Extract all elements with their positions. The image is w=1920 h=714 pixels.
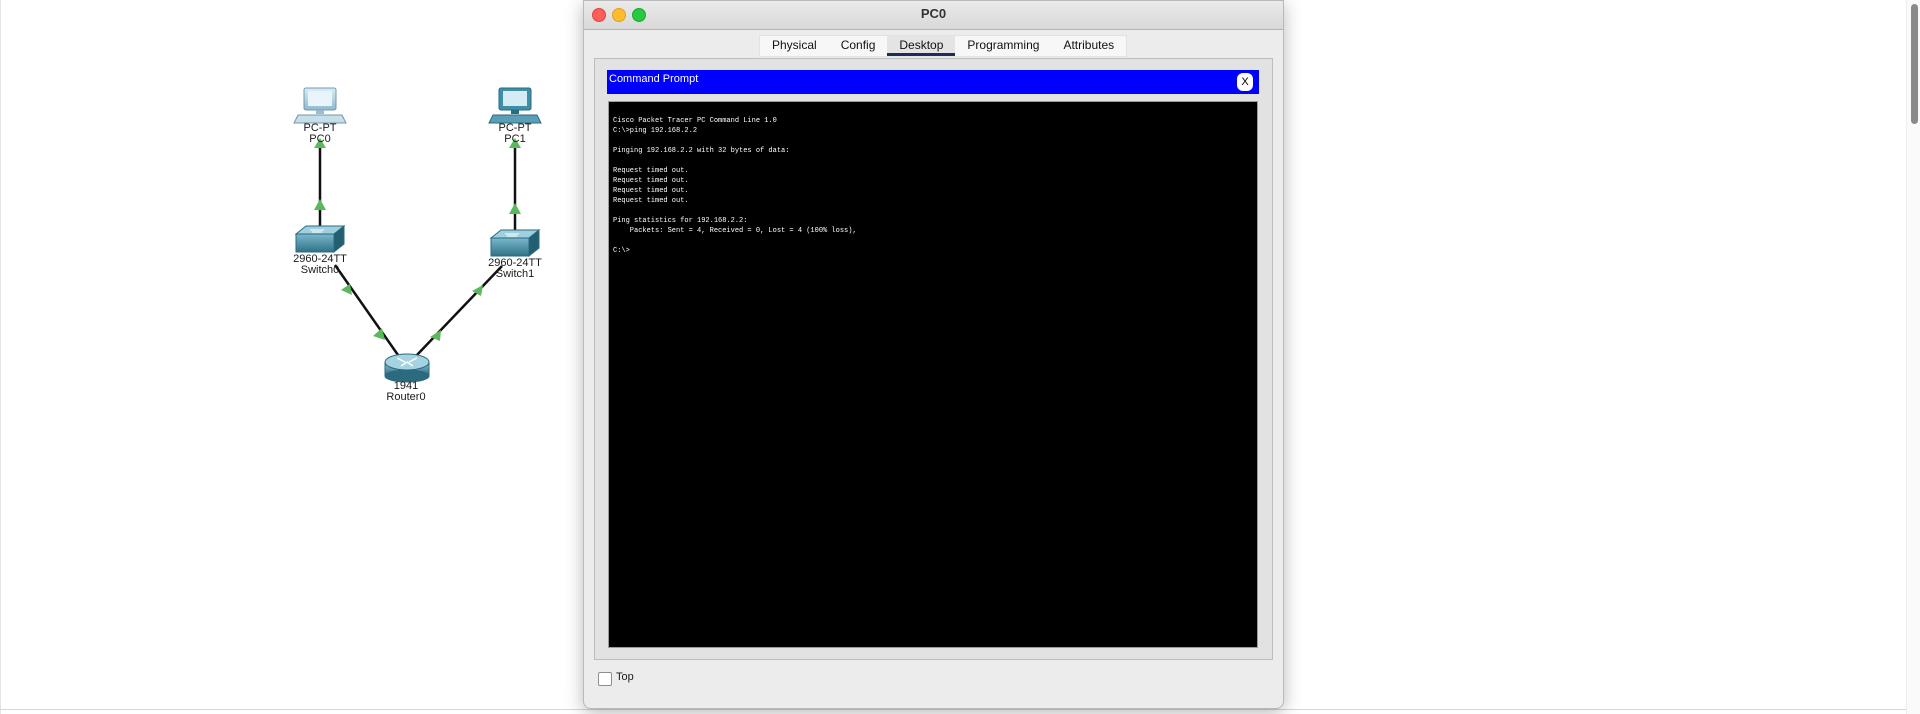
terminal-line: Cisco Packet Tracer PC Command Line 1.0 <box>613 117 777 125</box>
link-up-indicator <box>314 199 326 210</box>
tab-programming[interactable]: Programming <box>955 36 1051 56</box>
tab-physical[interactable]: Physical <box>760 36 829 56</box>
switch1-label: 2960-24TT Switch1 <box>470 258 560 280</box>
terminal-line: C:\> <box>613 247 630 255</box>
tab-attributes[interactable]: Attributes <box>1051 36 1126 56</box>
tab-config[interactable]: Config <box>829 36 888 56</box>
window-title-bar[interactable]: PC0 <box>584 1 1283 30</box>
terminal-line: Request timed out. <box>613 167 689 175</box>
vertical-scrollbar[interactable] <box>1906 0 1920 714</box>
pc1-label: PC-PT PC1 <box>470 123 560 145</box>
router0-label: 1941 Router0 <box>361 381 451 403</box>
command-prompt-title: Command Prompt <box>609 73 699 85</box>
device-name: Switch1 <box>495 268 535 280</box>
terminal-line: Pinging 192.168.2.2 with 32 bytes of dat… <box>613 147 790 155</box>
terminal-line: Ping statistics for 192.168.2.2: <box>613 217 748 225</box>
terminal-line: Request timed out. <box>613 177 689 185</box>
command-prompt-close-button[interactable]: X <box>1237 73 1253 91</box>
terminal-output[interactable]: Cisco Packet Tracer PC Command Line 1.0 C… <box>608 101 1258 648</box>
terminal-line: Request timed out. <box>613 187 689 195</box>
pc-icon[interactable] <box>293 87 347 124</box>
device-name: Router0 <box>386 391 426 403</box>
terminal-line: Request timed out. <box>613 197 689 205</box>
link-up-indicator <box>509 203 521 214</box>
device-name: Switch0 <box>300 264 340 276</box>
switch0-label: 2960-24TT Switch0 <box>275 254 365 276</box>
workspace-bottom-border <box>0 709 1920 710</box>
link-switch0-router0[interactable] <box>333 264 400 356</box>
command-prompt-header: Command Prompt X <box>607 70 1259 94</box>
window-title: PC0 <box>920 6 947 21</box>
scrollbar-thumb[interactable] <box>1911 4 1918 124</box>
desktop-panel: Command Prompt X Cisco Packet Tracer PC … <box>594 58 1273 660</box>
router-icon[interactable] <box>384 353 430 383</box>
switch-icon[interactable] <box>489 228 541 258</box>
tab-desktop[interactable]: Desktop <box>887 36 956 56</box>
device-name: PC1 <box>504 133 526 145</box>
tab-bar: Physical Config Desktop Programming Attr… <box>759 35 1128 57</box>
terminal-line: Packets: Sent = 4, Received = 0, Lost = … <box>613 227 857 235</box>
top-checkbox[interactable] <box>598 672 612 686</box>
device-name: PC0 <box>309 133 331 145</box>
terminal-text: Cisco Packet Tracer PC Command Line 1.0 C… <box>613 116 857 256</box>
pc-icon[interactable] <box>488 87 542 124</box>
terminal-line: C:\>ping 192.168.2.2 <box>613 127 698 135</box>
top-checkbox-label: Top <box>616 671 634 683</box>
topology-canvas <box>293 87 542 383</box>
switch-icon[interactable] <box>294 224 346 254</box>
device-window: PC0 Physical Config Desktop Programming … <box>583 0 1284 709</box>
pc0-label: PC-PT PC0 <box>275 123 365 145</box>
